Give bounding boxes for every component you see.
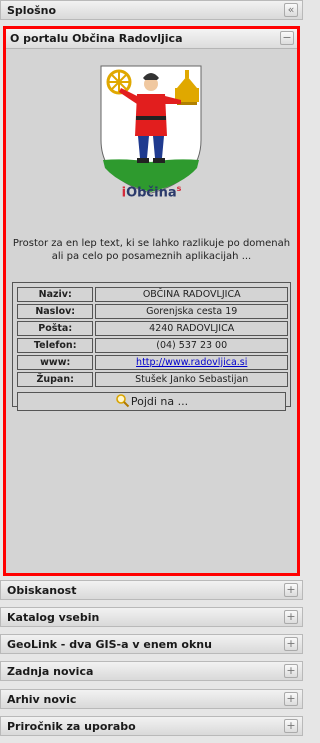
expand-panel-button[interactable]: + <box>284 610 298 624</box>
expand-panel-button[interactable]: + <box>284 664 298 678</box>
logo-name: Občina <box>126 185 177 201</box>
value-www: http://www.radovljica.si <box>95 355 288 370</box>
go-to-button[interactable]: Pojdi na ... <box>17 392 286 411</box>
collapse-all-button[interactable]: « <box>284 3 298 17</box>
table-row: Župan: Stušek Janko Sebastijan <box>17 372 288 387</box>
table-row: www: http://www.radovljica.si <box>17 355 288 370</box>
magnifier-icon <box>116 394 130 408</box>
value-zupan: Stušek Janko Sebastijan <box>95 372 288 387</box>
panel-header-katalog[interactable]: Katalog vsebin + <box>0 607 303 627</box>
label-naziv: Naziv: <box>17 287 94 302</box>
obcina-logo: iObčinas <box>6 184 297 200</box>
info-table: Naziv: OBČINA RADOVLJICA Naslov: Gorenjs… <box>15 285 290 389</box>
panel-title-zadnja: Zadnja novica <box>7 665 94 678</box>
panel-title-arhiv: Arhiv novic <box>7 693 77 706</box>
panel-title-geolink: GeoLink - dva GIS-a v enem oknu <box>7 638 212 651</box>
table-row: Telefon: (04) 537 23 00 <box>17 338 288 353</box>
value-posta: 4240 RADOVLJICA <box>95 321 288 336</box>
municipality-info-box: Naziv: OBČINA RADOVLJICA Naslov: Gorenjs… <box>12 282 291 411</box>
panel-title-katalog: Katalog vsebin <box>7 611 100 624</box>
table-row: Naziv: OBČINA RADOVLJICA <box>17 287 288 302</box>
expand-panel-button[interactable]: + <box>284 719 298 733</box>
panel-header-geolink[interactable]: GeoLink - dva GIS-a v enem oknu + <box>0 634 303 654</box>
table-row: Naslov: Gorenjska cesta 19 <box>17 304 288 319</box>
expand-panel-button[interactable]: + <box>284 637 298 651</box>
panel-header-arhiv[interactable]: Arhiv novic + <box>0 689 303 709</box>
panel-title-about: O portalu Občina Radovljica <box>10 32 183 45</box>
label-www: www: <box>17 355 94 370</box>
portal-description: Prostor za en lep text, ki se lahko razl… <box>12 238 291 262</box>
expand-panel-button[interactable]: + <box>284 583 298 597</box>
coat-of-arms-image <box>100 65 202 194</box>
panel-title-prirocnik: Priročnik za uporabo <box>7 720 136 733</box>
label-zupan: Župan: <box>17 372 94 387</box>
collapse-panel-button[interactable]: − <box>280 31 294 45</box>
value-naslov: Gorenjska cesta 19 <box>95 304 288 319</box>
panel-title-obiskanost: Obiskanost <box>7 584 77 597</box>
website-link[interactable]: http://www.radovljica.si <box>136 357 247 368</box>
panel-title-splosno: Splošno <box>7 4 57 17</box>
panel-header-about[interactable]: O portalu Občina Radovljica − <box>6 29 297 49</box>
expand-panel-button[interactable]: + <box>284 692 298 706</box>
panel-header-splosno[interactable]: Splošno « <box>0 0 303 20</box>
go-to-label: Pojdi na ... <box>130 395 189 408</box>
label-posta: Pošta: <box>17 321 94 336</box>
value-naziv: OBČINA RADOVLJICA <box>95 287 288 302</box>
label-naslov: Naslov: <box>17 304 94 319</box>
value-telefon: (04) 537 23 00 <box>95 338 288 353</box>
panel-header-prirocnik[interactable]: Priročnik za uporabo + <box>0 716 303 736</box>
about-panel: O portalu Občina Radovljica − iObčinas P… <box>3 26 300 576</box>
logo-suffix: s <box>176 184 182 193</box>
panel-header-zadnja[interactable]: Zadnja novica + <box>0 661 303 681</box>
label-telefon: Telefon: <box>17 338 94 353</box>
table-row: Pošta: 4240 RADOVLJICA <box>17 321 288 336</box>
panel-header-obiskanost[interactable]: Obiskanost + <box>0 580 303 600</box>
